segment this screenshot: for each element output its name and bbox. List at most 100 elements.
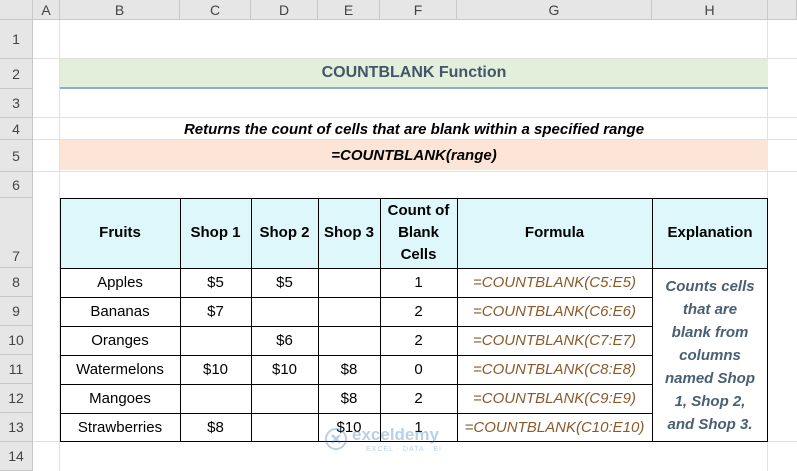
cell-shop1-3[interactable] bbox=[180, 326, 251, 355]
column-header-h[interactable]: H bbox=[652, 0, 768, 20]
row-header-5[interactable]: 5 bbox=[0, 140, 33, 172]
cell-formula-2[interactable]: =COUNTBLANK(C6:E6) bbox=[457, 297, 652, 326]
row-header-8[interactable]: 8 bbox=[0, 268, 33, 297]
gridline bbox=[33, 171, 797, 172]
explanation-line: 1, Shop 2, bbox=[674, 392, 746, 410]
cell-count-6[interactable]: 1 bbox=[380, 413, 457, 442]
column-header-g[interactable]: G bbox=[457, 0, 652, 20]
cell-formula-3[interactable]: =COUNTBLANK(C7:E7) bbox=[457, 326, 652, 355]
header-count-line-3: Cells bbox=[400, 246, 437, 263]
column-header-filler bbox=[768, 0, 797, 20]
header-shop-2[interactable]: Shop 2 bbox=[251, 198, 318, 268]
header-formula[interactable]: Formula bbox=[457, 198, 652, 268]
table-border bbox=[60, 198, 768, 199]
explanation-line: that are bbox=[682, 300, 738, 318]
row-header-2[interactable]: 2 bbox=[0, 59, 33, 89]
table-border bbox=[180, 198, 181, 442]
cell-fruit-1[interactable]: Apples bbox=[60, 268, 180, 297]
cell-shop3-6[interactable]: $10 bbox=[318, 413, 380, 442]
row-header-9[interactable]: 9 bbox=[0, 297, 33, 326]
column-header-e[interactable]: E bbox=[318, 0, 380, 20]
cell-shop3-5[interactable]: $8 bbox=[318, 384, 380, 413]
column-header-b[interactable]: B bbox=[60, 0, 180, 20]
explanation-line: blank from bbox=[671, 323, 749, 341]
table-border bbox=[251, 198, 252, 442]
cell-count-1[interactable]: 1 bbox=[380, 268, 457, 297]
row-header-6[interactable]: 6 bbox=[0, 172, 33, 198]
table-border bbox=[318, 198, 319, 442]
header-count-line-2: Blank bbox=[398, 224, 439, 241]
column-header-d[interactable]: D bbox=[251, 0, 318, 20]
table-border bbox=[60, 326, 652, 327]
table-border bbox=[60, 297, 652, 298]
cell-shop1-2[interactable]: $7 bbox=[180, 297, 251, 326]
title-cell[interactable]: COUNTBLANK Function bbox=[60, 59, 768, 89]
row-header-3[interactable]: 3 bbox=[0, 89, 33, 118]
cell-fruit-4[interactable]: Watermelons bbox=[60, 355, 180, 384]
table-border bbox=[60, 384, 652, 385]
cell-shop2-5[interactable] bbox=[251, 384, 318, 413]
cell-shop1-6[interactable]: $8 bbox=[180, 413, 251, 442]
cell-formula-5[interactable]: =COUNTBLANK(C9:E9) bbox=[457, 384, 652, 413]
column-header-c[interactable]: C bbox=[180, 0, 251, 20]
table-border bbox=[60, 268, 768, 269]
table-border bbox=[652, 198, 653, 442]
table-border bbox=[60, 441, 768, 442]
cell-shop2-6[interactable] bbox=[251, 413, 318, 442]
row-header-1[interactable]: 1 bbox=[0, 20, 33, 59]
cell-shop2-2[interactable] bbox=[251, 297, 318, 326]
table-border bbox=[457, 198, 458, 442]
header-shop-1[interactable]: Shop 1 bbox=[180, 198, 251, 268]
row-header-12[interactable]: 12 bbox=[0, 384, 33, 413]
cell-shop1-5[interactable] bbox=[180, 384, 251, 413]
cell-count-3[interactable]: 2 bbox=[380, 326, 457, 355]
cell-fruit-6[interactable]: Strawberries bbox=[60, 413, 180, 442]
explanation-line: and Shop 3. bbox=[667, 415, 753, 433]
cell-formula-6[interactable]: =COUNTBLANK(C10:E10) bbox=[457, 413, 652, 442]
table-border bbox=[60, 355, 652, 356]
column-header-f[interactable]: F bbox=[380, 0, 457, 20]
explanation-line: named Shop bbox=[664, 369, 755, 387]
table-border bbox=[60, 413, 652, 414]
cell-shop1-4[interactable]: $10 bbox=[180, 355, 251, 384]
cell-count-5[interactable]: 2 bbox=[380, 384, 457, 413]
header-explanation[interactable]: Explanation bbox=[652, 198, 768, 268]
table-border bbox=[380, 198, 381, 442]
column-header-a[interactable]: A bbox=[33, 0, 60, 20]
cell-fruit-2[interactable]: Bananas bbox=[60, 297, 180, 326]
explanation-cell[interactable]: Counts cells that are blank from columns… bbox=[652, 268, 768, 442]
watermark-tagline: EXCEL · DATA · BI bbox=[366, 446, 442, 453]
table-border bbox=[60, 198, 61, 442]
row-header-14[interactable]: 14 bbox=[0, 442, 33, 471]
cell-fruit-5[interactable]: Mangoes bbox=[60, 384, 180, 413]
row-header-7[interactable]: 7 bbox=[0, 198, 33, 268]
explanation-line: columns bbox=[679, 346, 741, 364]
row-header-13[interactable]: 13 bbox=[0, 413, 33, 442]
cell-shop3-3[interactable] bbox=[318, 326, 380, 355]
header-count-line-1: Count of bbox=[387, 202, 450, 219]
cell-fruit-3[interactable]: Oranges bbox=[60, 326, 180, 355]
description-cell[interactable]: Returns the count of cells that are blan… bbox=[60, 118, 768, 140]
explanation-line: Counts cells bbox=[665, 277, 755, 295]
cell-formula-1[interactable]: =COUNTBLANK(C5:E5) bbox=[457, 268, 652, 297]
row-header-11[interactable]: 11 bbox=[0, 355, 33, 384]
header-fruits[interactable]: Fruits bbox=[60, 198, 180, 268]
cell-shop3-1[interactable] bbox=[318, 268, 380, 297]
header-count-blank-cells[interactable]: Count of Blank Cells bbox=[380, 198, 457, 268]
spreadsheet-grid[interactable]: A B C D E F G H 1 2 3 4 5 6 7 8 9 10 11 … bbox=[0, 0, 797, 471]
cell-shop2-4[interactable]: $10 bbox=[251, 355, 318, 384]
row-header-4[interactable]: 4 bbox=[0, 118, 33, 140]
cell-shop1-1[interactable]: $5 bbox=[180, 268, 251, 297]
cell-count-2[interactable]: 2 bbox=[380, 297, 457, 326]
row-header-10[interactable]: 10 bbox=[0, 326, 33, 355]
syntax-cell[interactable]: =COUNTBLANK(range) bbox=[60, 140, 768, 170]
cell-count-4[interactable]: 0 bbox=[380, 355, 457, 384]
table-border bbox=[767, 198, 768, 442]
header-shop-3[interactable]: Shop 3 bbox=[318, 198, 380, 268]
cell-shop3-2[interactable] bbox=[318, 297, 380, 326]
cell-shop2-3[interactable]: $6 bbox=[251, 326, 318, 355]
select-all-corner[interactable] bbox=[0, 0, 33, 20]
cell-formula-4[interactable]: =COUNTBLANK(C8:E8) bbox=[457, 355, 652, 384]
cell-shop2-1[interactable]: $5 bbox=[251, 268, 318, 297]
cell-shop3-4[interactable]: $8 bbox=[318, 355, 380, 384]
